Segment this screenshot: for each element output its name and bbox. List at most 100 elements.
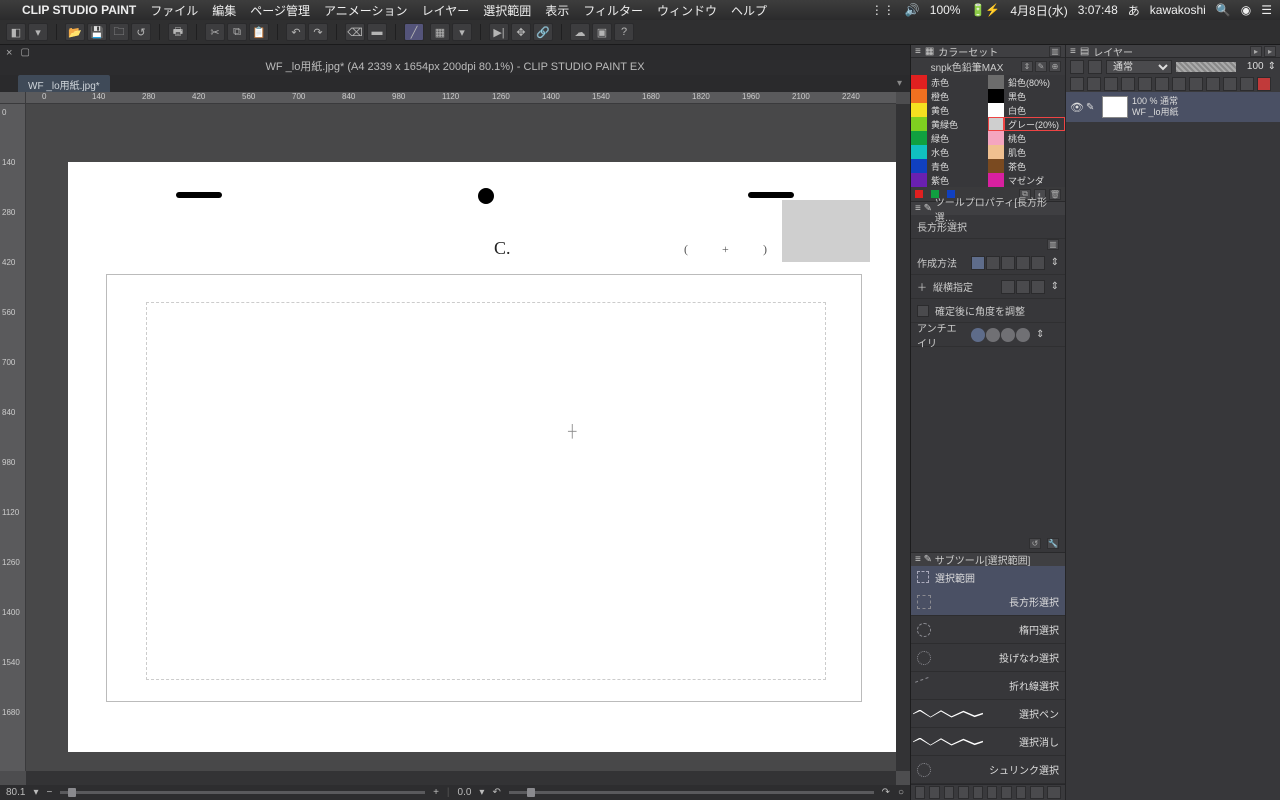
color-name[interactable]: 青色 — [927, 159, 988, 173]
menu-layer[interactable]: レイヤー — [422, 2, 470, 19]
layer-panel-head[interactable]: ≡ ▤ レイヤー ▸ ▸ — [1066, 45, 1280, 58]
aspect-btn[interactable] — [1031, 280, 1045, 294]
canvas[interactable]: C. ( + ) ┼ — [68, 162, 896, 752]
method-new-icon[interactable] — [971, 256, 985, 270]
app-name[interactable]: CLIP STUDIO PAINT — [22, 3, 136, 17]
color-swatch[interactable] — [988, 173, 1004, 187]
aspect-btn[interactable] — [1016, 280, 1030, 294]
color-name[interactable]: 白色 — [1004, 103, 1065, 117]
method-sub-icon[interactable] — [1001, 256, 1015, 270]
st-opt-icon[interactable] — [1030, 786, 1044, 799]
menu-file[interactable]: ファイル — [150, 2, 198, 19]
color-swatch[interactable] — [911, 117, 927, 131]
aa-strong-icon[interactable] — [1016, 328, 1030, 342]
layer-btn-icon[interactable] — [1240, 77, 1254, 91]
menu-page[interactable]: ページ管理 — [250, 2, 310, 19]
aspect-btn[interactable] — [1001, 280, 1015, 294]
opacity-value[interactable]: 100 — [1240, 61, 1264, 72]
rotate-value[interactable]: 0.0 — [458, 787, 472, 798]
method-add-icon[interactable] — [986, 256, 1000, 270]
toolprop-save-icon[interactable]: ▥ — [1047, 239, 1059, 250]
menu-edit[interactable]: 編集 — [212, 2, 236, 19]
layer-btn-icon[interactable] — [1223, 77, 1237, 91]
undo-icon[interactable]: ↶ — [286, 23, 306, 41]
blend-mode-select[interactable]: 通常 — [1106, 60, 1172, 74]
panel-collapse-icon[interactable]: ▸ — [1264, 46, 1276, 57]
grid-icon[interactable]: ▦ — [430, 23, 450, 41]
colorset-opt-icon[interactable]: ▥ — [1049, 46, 1061, 57]
color-swatch[interactable] — [911, 145, 927, 159]
ruler-vertical[interactable]: 0140280420560700840980112012601400154016… — [0, 104, 26, 771]
color-name[interactable]: 黄緑色 — [927, 117, 988, 131]
color-name[interactable]: マゼンダ — [1004, 173, 1065, 187]
color-name[interactable]: 橙色 — [927, 89, 988, 103]
color-name[interactable]: 水色 — [927, 145, 988, 159]
angle-checkbox[interactable] — [917, 305, 929, 317]
spotlight-icon[interactable]: 🔍 — [1216, 3, 1231, 17]
menu-window[interactable]: ウィンドウ — [657, 2, 717, 19]
zoom-plus-icon[interactable]: + — [433, 787, 439, 798]
revert-icon[interactable]: ↺ — [131, 23, 151, 41]
subtool-ellipse-select[interactable]: 楕円選択 — [911, 616, 1065, 644]
menu-icon[interactable]: ≡ — [1070, 46, 1076, 57]
colorset-name[interactable]: snpk色鉛筆MAX — [915, 59, 1019, 74]
st-b7-icon[interactable] — [1001, 786, 1011, 799]
rotate-cw-icon[interactable]: ↷ — [882, 787, 890, 798]
layer-btn-icon[interactable] — [1121, 77, 1135, 91]
color-name[interactable]: 黒色 — [1004, 89, 1065, 103]
color-swatch[interactable] — [911, 89, 927, 103]
menu-view[interactable]: 表示 — [545, 2, 569, 19]
color-swatch[interactable] — [988, 117, 1004, 131]
help-icon[interactable]: ? — [614, 23, 634, 41]
opacity-slider[interactable] — [1176, 62, 1236, 72]
menu-icon[interactable]: ≡ — [915, 46, 921, 57]
colorset-add-icon[interactable]: ⊕ — [1049, 61, 1061, 72]
color-swatch[interactable] — [988, 145, 1004, 159]
scrollbar-horizontal[interactable] — [26, 771, 896, 785]
zoom-value[interactable]: 80.1 — [6, 787, 25, 798]
layer-btn-icon[interactable] — [1087, 77, 1101, 91]
color-name[interactable]: 鉛色(80%) — [1004, 75, 1065, 89]
colorset-updown-icon[interactable]: ⇕ — [1021, 61, 1033, 72]
menu-anim[interactable]: アニメーション — [324, 2, 408, 19]
color-swatch[interactable] — [911, 75, 927, 89]
st-b3-icon[interactable] — [944, 786, 954, 799]
color-name[interactable]: 桃色 — [1004, 131, 1065, 145]
maximize-icon[interactable]: ▢ — [20, 47, 29, 58]
color-swatch[interactable] — [988, 103, 1004, 117]
layer-btn-icon[interactable] — [1138, 77, 1152, 91]
method-int-icon[interactable] — [1016, 256, 1030, 270]
zoom-minus-icon[interactable]: − — [47, 787, 53, 798]
layer-btn-icon[interactable] — [1070, 77, 1084, 91]
color-swatch[interactable] — [911, 173, 927, 187]
colorset-panel-head[interactable]: ≡ ▦ カラーセット ▥ — [911, 45, 1065, 58]
stepper-icon[interactable]: ⇕ — [1051, 281, 1059, 292]
tool-new-icon[interactable]: ▾ — [28, 23, 48, 41]
edit-layer-icon[interactable]: ✎ — [1086, 102, 1098, 113]
tab-dropdown-icon[interactable]: ▾ — [897, 78, 902, 89]
subtool-select-erase[interactable]: 選択消し — [911, 728, 1065, 756]
aa-weak-icon[interactable] — [986, 328, 1000, 342]
st-b4-icon[interactable] — [958, 786, 968, 799]
visibility-icon[interactable]: 👁 — [1070, 101, 1082, 114]
stepper-icon[interactable]: ⇕ — [1268, 61, 1276, 72]
subtool-shrink-select[interactable]: シュリンク選択 — [911, 756, 1065, 784]
layer-btn-icon[interactable] — [1172, 77, 1186, 91]
aa-none-icon[interactable] — [971, 328, 985, 342]
menu-icon[interactable]: ≡ — [915, 203, 921, 214]
color-swatch[interactable] — [911, 131, 927, 145]
folder-icon[interactable]: 🗀 — [109, 23, 129, 41]
subtool-select-pen[interactable]: 選択ペン — [911, 700, 1065, 728]
redo-icon[interactable]: ↷ — [308, 23, 328, 41]
st-b1-icon[interactable] — [915, 786, 925, 799]
panel-collapse-icon[interactable]: ▸ — [1250, 46, 1262, 57]
rotate-dropdown-icon[interactable]: ▾ — [479, 787, 484, 798]
color-name[interactable]: 黄色 — [927, 103, 988, 117]
cloud-icon[interactable]: ☁ — [570, 23, 590, 41]
wrench-icon[interactable]: 🔧 — [1047, 538, 1059, 549]
open-icon[interactable]: 📂 — [65, 23, 85, 41]
fill-icon[interactable]: ▬ — [367, 23, 387, 41]
colorset-edit-icon[interactable]: ✎ — [1035, 61, 1047, 72]
rotate-slider[interactable] — [509, 791, 874, 794]
layer-btn-icon[interactable] — [1206, 77, 1220, 91]
